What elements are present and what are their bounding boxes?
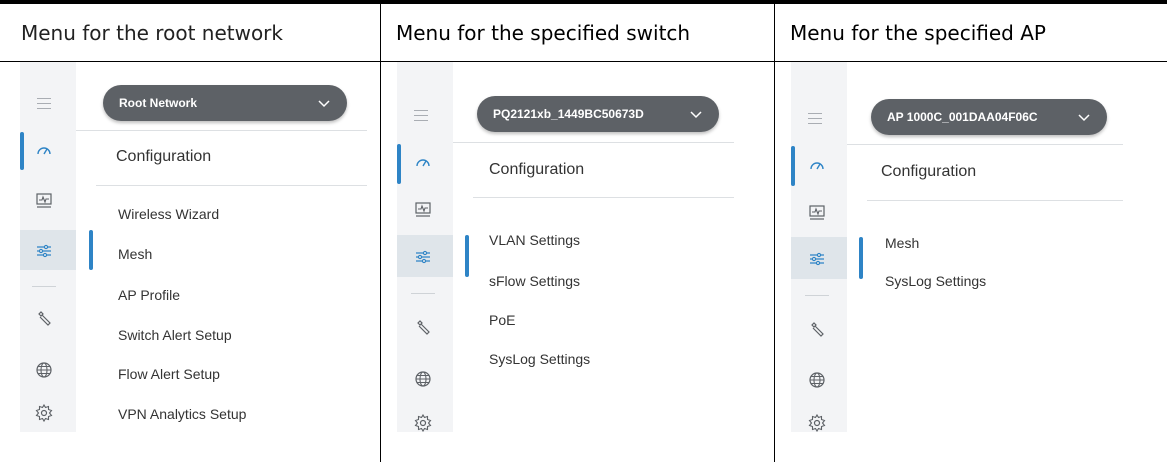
icon-separator [411,293,435,294]
chevron-down-icon [1078,114,1090,122]
dropdown-label: Root Network [119,96,197,110]
monitor-icon[interactable] [412,198,434,220]
menu-item-poe[interactable]: PoE [489,312,515,328]
dashboard-icon[interactable] [806,155,828,177]
globe-icon[interactable] [412,368,434,390]
monitor-icon[interactable] [806,201,828,223]
menu-panel-root: Root Network Configuration Wireless Wiza… [20,62,367,432]
globe-icon[interactable] [806,369,828,391]
wrench-icon[interactable] [33,309,55,331]
dropdown-label: AP 1000C_001DAA04F06C [887,110,1038,124]
sliders-icon[interactable] [806,248,828,270]
sliders-icon[interactable] [412,246,434,268]
menu-item-wireless-wizard[interactable]: Wireless Wizard [118,206,219,222]
sliders-icon[interactable] [33,240,55,262]
menu-item-mesh[interactable]: Mesh [118,246,152,262]
dashboard-icon[interactable] [33,140,55,162]
network-dropdown[interactable]: Root Network [103,85,347,121]
ap-dropdown[interactable]: AP 1000C_001DAA04F06C [871,99,1107,135]
hamburger-icon[interactable] [414,110,428,125]
title-separator [867,200,1123,201]
globe-icon[interactable] [33,359,55,381]
dashboard-icon[interactable] [412,152,434,174]
menu-item-sflow-settings[interactable]: sFlow Settings [489,273,580,289]
menu-item-switch-alert-setup[interactable]: Switch Alert Setup [118,327,232,343]
hamburger-icon[interactable] [37,98,51,113]
dropdown-label: PQ2121xb_1449BC50673D [493,107,644,121]
chevron-down-icon [318,100,330,108]
panel-title: Configuration [881,163,977,180]
menu-item-vlan-settings[interactable]: VLAN Settings [489,232,580,248]
panel-title: Configuration [489,161,585,178]
gear-icon[interactable] [412,412,434,432]
title-separator [96,185,367,186]
icon-separator [32,286,56,287]
menu-item-syslog-settings[interactable]: SysLog Settings [489,351,590,367]
title-separator [473,197,734,198]
column-divider [380,4,381,462]
hamburger-icon[interactable] [808,113,822,128]
switch-dropdown[interactable]: PQ2121xb_1449BC50673D [477,96,719,132]
column-header-root: Menu for the root network [21,20,283,45]
gear-icon[interactable] [806,412,828,432]
panel-title: Configuration [116,148,212,165]
active-item-indicator [465,235,469,277]
wrench-icon[interactable] [412,318,434,340]
menu-item-flow-alert-setup[interactable]: Flow Alert Setup [118,366,220,382]
active-section-indicator [791,146,795,186]
active-item-indicator [89,230,93,270]
header-separator [76,130,367,131]
column-header-ap: Menu for the specified AP [790,20,1046,45]
column-header-switch: Menu for the specified switch [396,20,691,45]
menu-item-syslog-settings[interactable]: SysLog Settings [885,273,986,289]
icon-separator [805,295,829,296]
menu-panel-switch: PQ2121xb_1449BC50673D Configuration VLAN… [397,62,734,432]
column-divider [774,4,775,462]
active-section-indicator [397,144,401,184]
active-item-indicator [859,237,863,279]
chevron-down-icon [690,111,702,119]
wrench-icon[interactable] [806,320,828,342]
header-separator [847,144,1123,145]
header-separator [453,142,734,143]
menu-item-ap-profile[interactable]: AP Profile [118,287,180,303]
menu-panel-ap: AP 1000C_001DAA04F06C Configuration Mesh… [791,62,1123,432]
gear-icon[interactable] [33,402,55,424]
monitor-icon[interactable] [33,189,55,211]
active-section-indicator [20,132,24,170]
menu-item-mesh[interactable]: Mesh [885,235,919,251]
menu-item-vpn-analytics-setup[interactable]: VPN Analytics Setup [118,406,246,422]
